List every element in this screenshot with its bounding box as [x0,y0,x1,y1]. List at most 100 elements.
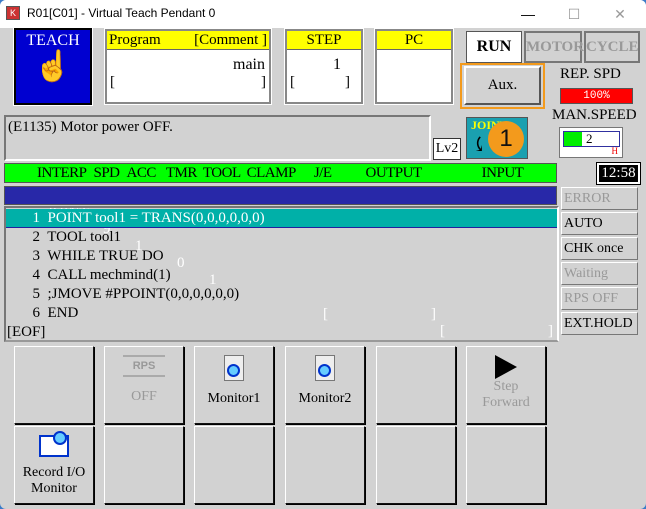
minimize-button[interactable]: — [508,2,548,26]
program-line[interactable]: 3 WHILE TRUE DO [6,247,557,266]
header-tmr: TMR [165,165,198,181]
status-check-once: CHK once [561,237,638,260]
record-io-label-1: Record I/O [22,465,86,480]
function-key-1[interactable] [14,346,94,424]
man-speed-high-label: H [611,146,619,156]
man-speed-value: 2 [586,131,593,146]
function-key-9[interactable] [194,426,274,504]
step-panel[interactable]: STEP 1 [ ] [284,28,364,105]
status-error: ERROR [561,187,638,210]
teach-pendant-window: K R01[C01] - Virtual Teach Pendant 0 — ☐… [0,0,646,509]
annotation-badge: 1 [488,121,524,157]
man-speed-label: MAN.SPEED [552,107,637,123]
rep-spd-value: 100% [560,88,633,104]
message-box: (E1135) Motor power OFF. [4,115,431,161]
program-listing[interactable]: 1 POINT tool1 = TRANS(0,0,0,0,0,0) 2 TOOL… [4,206,559,342]
header-interp: INTERP [37,165,87,181]
line-number: 1 [32,210,41,226]
play-triangle-icon [495,355,517,379]
function-key-12[interactable] [466,426,546,504]
line-text: TOOL tool1 [47,229,121,245]
step-forward-button[interactable]: Step Forward [466,346,546,424]
status-waiting: Waiting [561,262,638,285]
monitor2-label: Monitor2 [298,391,352,406]
record-io-label-2: Monitor [31,481,77,496]
level-indicator: Lv2 [433,138,461,160]
line-text: END [47,305,79,321]
function-key-10[interactable] [285,426,365,504]
program-line[interactable]: 4 CALL mechmind(1) [6,266,557,285]
record-io-monitor-button[interactable]: Record I/O Monitor [14,426,94,504]
status-values-bar: JOINT 9 1 0 1 [] [] [4,186,557,339]
line-text: ;JMOVE #PPOINT(0,0,0,0,0,0) [47,286,240,302]
header-output: OUTPUT [365,165,422,181]
run-indicator[interactable]: RUN [466,31,522,63]
monitor-magnifier-icon [224,355,244,381]
pc-panel[interactable]: PC [374,28,454,105]
pc-header: PC [377,31,451,50]
joint-rotation-icon: ⤹ [471,134,488,156]
function-key-11[interactable] [376,426,456,504]
line-text: CALL mechmind(1) [47,267,171,283]
step-forward-label-1: Step [493,379,519,394]
program-header: Program [109,32,161,48]
header-spd: SPD [93,165,121,181]
header-input: INPUT [481,165,524,181]
function-key-8[interactable] [104,426,184,504]
comment-header: [Comment ] [194,32,267,48]
line-text: POINT tool1 = TRANS(0,0,0,0,0,0) [47,210,265,226]
line-text: WHILE TRUE DO [47,248,164,264]
step-value: 1 [333,56,341,73]
close-button[interactable]: ✕ [600,2,640,26]
header-acc: ACC [126,165,157,181]
teach-mode-indicator[interactable]: TEACH ☝ [13,27,93,106]
line-number: 6 [32,305,41,321]
program-line[interactable]: 1 POINT tool1 = TRANS(0,0,0,0,0,0) [6,209,557,228]
monitor-magnifier-icon [315,355,335,381]
program-line[interactable]: 5 ;JMOVE #PPOINT(0,0,0,0,0,0) [6,285,557,304]
rps-off-button[interactable]: RPS OFF [104,346,184,424]
window-title: R01[C01] - Virtual Teach Pendant 0 [27,6,216,20]
clock: 12:58 [596,162,641,185]
monitor2-button[interactable]: Monitor2 [285,346,365,424]
status-auto: AUTO [561,212,638,235]
comment-close-bracket: ] [261,74,266,90]
line-number: 4 [32,267,41,283]
app-icon: K [6,6,20,20]
man-speed-fill [564,132,583,146]
status-rps-off: RPS OFF [561,287,638,310]
program-panel[interactable]: Program [Comment ] main [ ] [104,28,272,105]
man-speed-gauge[interactable]: 2 H [559,127,623,158]
program-name: main [233,56,265,73]
header-tool: TOOL [202,165,241,181]
title-bar: K R01[C01] - Virtual Teach Pendant 0 — ☐… [0,0,646,28]
monitor1-label: Monitor1 [207,391,261,406]
program-line[interactable]: 6 END [6,304,557,323]
status-header-bar: INTERP SPD ACC TMR TOOL CLAMP J/E OUTPUT… [4,163,557,183]
header-clamp: CLAMP [246,165,297,181]
eof-marker: [EOF] [7,324,46,340]
header-je: J/E [313,165,332,181]
maximize-button[interactable]: ☐ [554,2,594,26]
step-header: STEP [287,31,361,50]
program-line[interactable]: 2 TOOL tool1 [6,228,557,247]
motor-indicator[interactable]: MOTOR [524,31,584,63]
teach-label: TEACH [26,32,80,49]
comment-open-bracket: [ [110,74,115,90]
hand-pointer-icon: ☝ [34,50,72,83]
step-open-bracket: [ [290,74,295,90]
function-key-5[interactable] [376,346,456,424]
step-close-bracket: ] [345,74,350,90]
line-number: 5 [32,286,41,302]
cycle-indicator[interactable]: CYCLE [584,31,640,63]
line-number: 2 [32,229,41,245]
record-magnifier-icon [39,431,69,457]
aux-button[interactable]: Aux. [464,66,541,105]
rep-spd-label: REP. SPD [560,66,621,82]
rps-icon: RPS [123,355,165,377]
step-forward-label-2: Forward [482,395,530,410]
monitor1-button[interactable]: Monitor1 [194,346,274,424]
line-number: 3 [32,248,41,264]
rps-off-label: OFF [131,389,157,404]
status-ext-hold: EXT.HOLD [561,312,638,335]
